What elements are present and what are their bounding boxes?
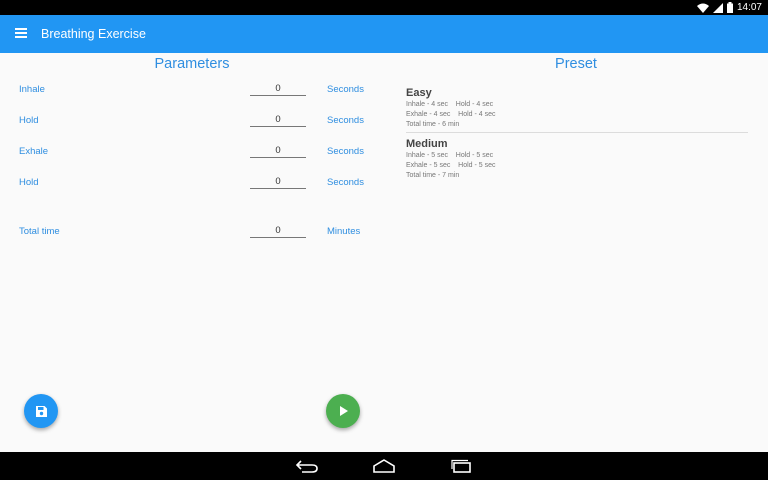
total-time-unit: Minutes <box>327 226 361 237</box>
status-bar: 14:07 <box>0 0 768 15</box>
preset-detail: Inhale - 4 sec Hold - 4 sec <box>406 101 494 108</box>
hold-in-unit: Seconds <box>327 115 364 126</box>
preset-name: Easy <box>406 87 432 99</box>
preset-name: Medium <box>406 138 448 150</box>
play-button[interactable] <box>326 394 360 428</box>
exhale-unit: Seconds <box>327 146 364 157</box>
status-time: 14:07 <box>736 2 762 13</box>
preset-item-easy[interactable]: Easy Inhale - 4 sec Hold - 4 sec Exhale … <box>406 87 748 130</box>
save-button[interactable] <box>24 394 58 428</box>
preset-detail: Exhale - 5 sec Hold - 5 sec <box>406 162 496 169</box>
recent-apps-icon <box>451 459 471 473</box>
total-time-label: Total time <box>19 226 60 237</box>
hold-out-field[interactable] <box>250 175 306 189</box>
total-time-field[interactable] <box>250 224 306 238</box>
preset-detail: Exhale - 4 sec Hold - 4 sec <box>406 111 496 118</box>
exhale-label: Exhale <box>19 146 49 157</box>
preset-detail: Total time - 7 min <box>406 172 460 179</box>
hold-out-label: Hold <box>19 177 39 188</box>
hold-in-field[interactable] <box>250 113 306 127</box>
inhale-unit: Seconds <box>327 84 364 95</box>
save-icon <box>35 405 47 417</box>
play-icon <box>339 406 348 416</box>
back-button[interactable] <box>294 458 320 474</box>
wifi-icon <box>696 3 709 13</box>
app-title: Breathing Exercise <box>41 27 146 41</box>
home-button[interactable] <box>371 458 397 474</box>
navigation-bar <box>0 452 768 480</box>
parameters-title: Parameters <box>154 56 230 72</box>
hold-out-unit: Seconds <box>327 177 364 188</box>
back-icon <box>295 460 318 473</box>
status-icons: 14:07 <box>696 1 762 14</box>
preset-detail: Total time - 6 min <box>406 121 460 128</box>
signal-icon <box>712 2 723 13</box>
preset-divider <box>406 132 748 133</box>
home-icon <box>373 459 395 473</box>
inhale-field[interactable] <box>250 82 306 96</box>
hold-in-label: Hold <box>19 115 39 126</box>
preset-detail: Inhale - 5 sec Hold - 5 sec <box>406 152 494 159</box>
battery-icon <box>726 2 733 13</box>
recent-apps-button[interactable] <box>448 458 474 474</box>
exhale-field[interactable] <box>250 144 306 158</box>
screen: 14:07 Breathing Exercise Parameters Inha… <box>0 0 768 480</box>
menu-icon[interactable] <box>15 28 29 40</box>
preset-item-medium[interactable]: Medium Inhale - 5 sec Hold - 5 sec Exhal… <box>406 138 748 181</box>
inhale-label: Inhale <box>19 84 45 95</box>
preset-title: Preset <box>555 56 597 72</box>
app-bar: Breathing Exercise <box>0 15 768 53</box>
